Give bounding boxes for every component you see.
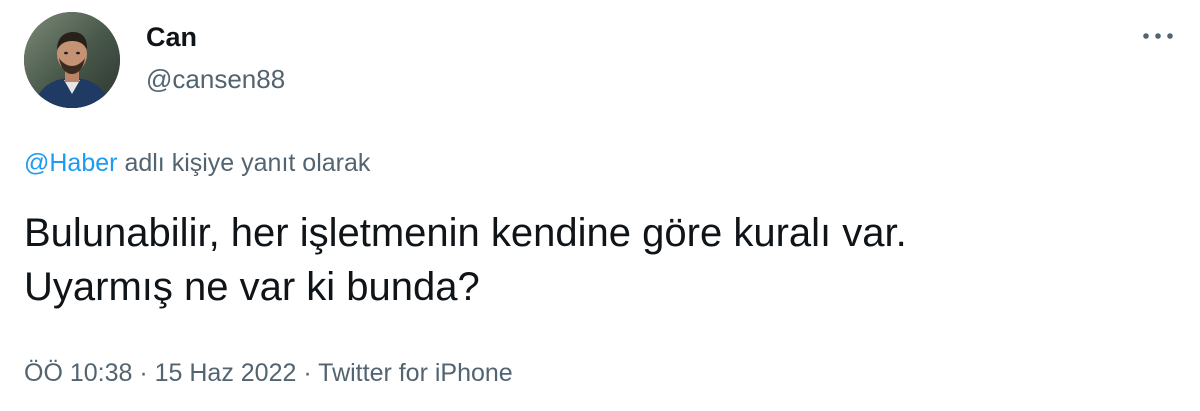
reply-context: @Haber adlı kişiye yanıt olarak bbox=[24, 146, 370, 180]
tweet-text: Bulunabilir, her işletmenin kendine göre… bbox=[24, 211, 907, 309]
reply-context-text: adlı kişiye yanıt olarak bbox=[124, 149, 371, 177]
meta-separator: · bbox=[132, 359, 155, 387]
meta-separator: · bbox=[296, 359, 319, 387]
tweet-card: Can @cansen88 @Haber adlı kişiye yanıt o… bbox=[0, 0, 1200, 411]
user-avatar[interactable] bbox=[24, 12, 120, 108]
author-handle[interactable]: @cansen88 bbox=[146, 62, 285, 96]
reply-mention-link[interactable]: @Haber bbox=[24, 149, 117, 177]
tweet-date-link[interactable]: 15 Haz 2022 bbox=[155, 359, 297, 387]
avatar-photo-icon bbox=[24, 12, 120, 108]
more-options-button[interactable] bbox=[1136, 18, 1180, 54]
author-name[interactable]: Can bbox=[146, 20, 197, 54]
more-options-icon bbox=[1143, 33, 1173, 39]
tweet-meta: ÖÖ 10:38 · 15 Haz 2022 · Twitter for iPh… bbox=[24, 356, 513, 390]
tweet-source-link[interactable]: Twitter for iPhone bbox=[318, 359, 513, 387]
tweet-time-link[interactable]: ÖÖ 10:38 bbox=[24, 359, 132, 387]
